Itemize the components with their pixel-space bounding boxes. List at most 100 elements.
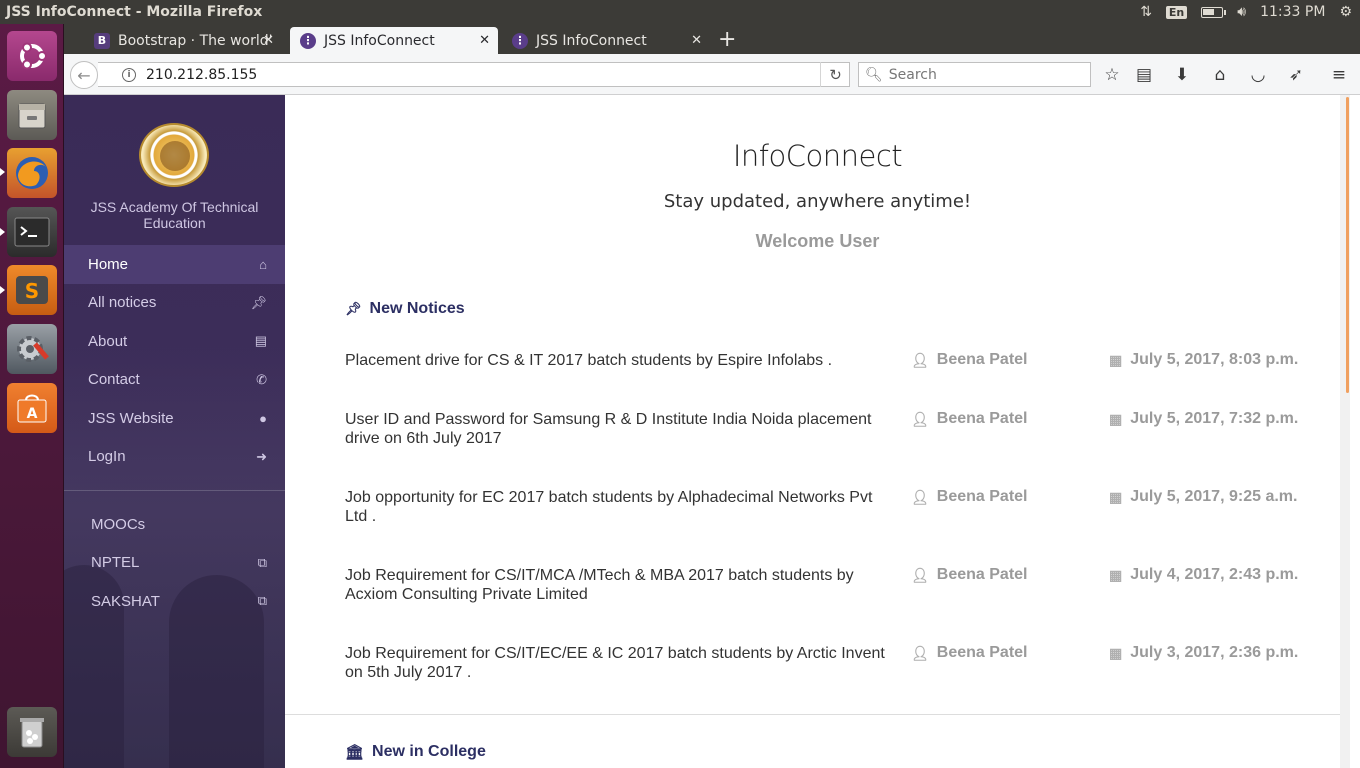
link-label: SAKSHAT — [91, 592, 160, 610]
tab-bootstrap[interactable]: B Bootstrap · The world' ✕ — [84, 27, 282, 54]
user-icon: 👤︎ — [911, 351, 929, 368]
globe-icon: ● — [259, 410, 267, 426]
clock[interactable]: 11:33 PM — [1260, 4, 1325, 20]
search-input[interactable]: 🔍︎ Search — [858, 62, 1091, 87]
new-tab-button[interactable]: + — [718, 27, 736, 53]
terminal-icon[interactable] — [7, 207, 57, 257]
notice-title[interactable]: Placement drive for CS & IT 2017 batch s… — [345, 351, 885, 370]
newspaper-icon: ▤ — [254, 333, 267, 349]
calendar-icon: ▦ — [1109, 488, 1123, 505]
tab-jss-infoconnect-active[interactable]: ⋮ JSS InfoConnect ✕ — [290, 27, 498, 54]
sidebar: JSS Academy Of Technical Education Home … — [64, 95, 285, 768]
calendar-icon: ▦ — [1109, 410, 1123, 427]
back-arrow-icon[interactable]: ← — [70, 61, 98, 89]
close-tab-icon[interactable]: ✕ — [479, 33, 490, 48]
home-icon[interactable]: ⌂ — [1209, 64, 1231, 86]
nav-label: Home — [88, 255, 129, 273]
url-text: 210.212.85.155 — [146, 66, 258, 83]
calendar-icon: ▦ — [1109, 644, 1123, 661]
notice-date: July 5, 2017, 8:03 p.m. — [1130, 351, 1299, 368]
gear-icon[interactable]: ⚙ — [1339, 4, 1352, 20]
user-icon: 👤︎ — [911, 488, 929, 505]
sign-in-icon: ➜ — [256, 448, 267, 464]
nav-contact[interactable]: Contact ✆ — [64, 361, 285, 400]
keyboard-layout[interactable]: En — [1165, 5, 1188, 19]
svg-text:A: A — [27, 406, 38, 422]
running-indicator — [0, 286, 5, 294]
notice-title[interactable]: User ID and Password for Samsung R & D I… — [345, 410, 885, 448]
notice-date: July 3, 2017, 2:36 p.m. — [1130, 644, 1299, 661]
nav-label: About — [88, 332, 128, 350]
main-content: InfoConnect Stay updated, anywhere anyti… — [285, 95, 1350, 768]
sublime-text-icon[interactable]: S — [7, 265, 57, 315]
info-icon[interactable]: i — [122, 67, 136, 82]
nav-label: Contact — [88, 371, 140, 389]
download-icon[interactable]: ⬇ — [1171, 64, 1193, 86]
extension-icon[interactable]: ➶ — [1285, 64, 1307, 86]
nav-label: LogIn — [88, 448, 126, 466]
notice-author: Beena Patel — [936, 488, 1028, 505]
nav-home[interactable]: Home ⌂ — [64, 245, 285, 284]
web-page: JSS Academy Of Technical Education Home … — [64, 95, 1360, 768]
notice-title[interactable]: Job opportunity for EC 2017 batch studen… — [345, 488, 885, 526]
pin-icon: 📌︎ — [250, 294, 267, 310]
top-panel: JSS InfoConnect - Mozilla Firefox ⇅ En 🔊… — [0, 0, 1360, 24]
url-bar[interactable]: i 210.212.85.155 — [98, 62, 850, 87]
page-scrollbar[interactable] — [1340, 95, 1350, 768]
brand-title: InfoConnect — [732, 139, 903, 173]
files-icon[interactable] — [7, 90, 57, 140]
running-indicator — [0, 228, 5, 236]
close-tab-icon[interactable]: ✕ — [691, 33, 702, 48]
search-placeholder: Search — [888, 66, 937, 83]
bookmark-star-icon[interactable]: ☆ — [1101, 64, 1123, 86]
section-divider — [285, 714, 1350, 715]
ubuntu-dash-icon[interactable] — [7, 31, 57, 81]
nav-login[interactable]: LogIn ➜ — [64, 438, 285, 477]
tab-label: JSS InfoConnect — [536, 32, 647, 49]
tab-jss-infoconnect[interactable]: ⋮ JSS InfoConnect ✕ — [502, 27, 710, 54]
window-title: JSS InfoConnect - Mozilla Firefox — [6, 4, 263, 20]
trash-icon[interactable] — [7, 707, 57, 757]
tab-strip: B Bootstrap · The world' ✕ ⋮ JSS InfoCon… — [64, 24, 1360, 54]
system-settings-icon[interactable] — [7, 324, 57, 374]
user-icon: 👤︎ — [911, 644, 929, 661]
scrollbar-thumb[interactable] — [1346, 97, 1349, 393]
hamburger-menu-icon[interactable]: ≡ — [1328, 64, 1350, 86]
volume-icon[interactable]: 🔊︎ — [1237, 4, 1246, 20]
notice-author: Beena Patel — [936, 351, 1028, 368]
sidebar-divider — [64, 490, 285, 491]
indicators: ⇅ En 🔊︎ 11:33 PM ⚙ — [1140, 0, 1352, 24]
jss-favicon-icon: ⋮ — [300, 32, 316, 49]
nav-jss-website[interactable]: JSS Website ● — [64, 399, 285, 438]
bootstrap-favicon-icon: B — [94, 32, 110, 49]
pocket-icon[interactable]: ◡ — [1247, 64, 1269, 86]
network-icon[interactable]: ⇅ — [1140, 4, 1152, 20]
close-tab-icon[interactable]: ✕ — [263, 33, 274, 48]
user-icon: 👤︎ — [911, 410, 929, 427]
nav-all-notices[interactable]: All notices 📌︎ — [64, 284, 285, 323]
link-moocs[interactable]: MOOCs — [64, 505, 285, 544]
user-icon: 👤︎ — [911, 566, 929, 583]
notice-title[interactable]: Job Requirement for CS/IT/MCA /MTech & M… — [345, 566, 885, 604]
main-nav: Home ⌂ All notices 📌︎ About ▤ Contact ✆ … — [64, 245, 285, 476]
reading-list-icon[interactable]: ▤ — [1133, 64, 1155, 86]
notice-date: July 5, 2017, 7:32 p.m. — [1130, 410, 1299, 427]
nav-label: All notices — [88, 294, 157, 312]
external-link-icon: ⧉ — [257, 554, 267, 570]
svg-text:S: S — [25, 279, 39, 303]
home-icon: ⌂ — [259, 256, 267, 272]
link-nptel[interactable]: NPTEL ⧉ — [64, 544, 285, 583]
welcome-message: Welcome User — [755, 231, 880, 251]
software-center-icon[interactable]: A — [7, 383, 57, 433]
link-sakshat[interactable]: SAKSHAT ⧉ — [64, 582, 285, 621]
firefox-icon[interactable] — [7, 148, 57, 198]
notice-date: July 5, 2017, 9:25 a.m. — [1130, 488, 1298, 505]
section-title: New in College — [372, 743, 486, 760]
notice-author: Beena Patel — [936, 566, 1028, 583]
nav-about[interactable]: About ▤ — [64, 322, 285, 361]
battery-icon[interactable] — [1201, 6, 1227, 18]
notice-date: July 4, 2017, 2:43 p.m. — [1130, 566, 1299, 583]
college-logo — [139, 123, 209, 187]
notice-title[interactable]: Job Requirement for CS/IT/EC/EE & IC 201… — [345, 644, 885, 682]
reload-icon[interactable]: ↻ — [820, 62, 850, 87]
